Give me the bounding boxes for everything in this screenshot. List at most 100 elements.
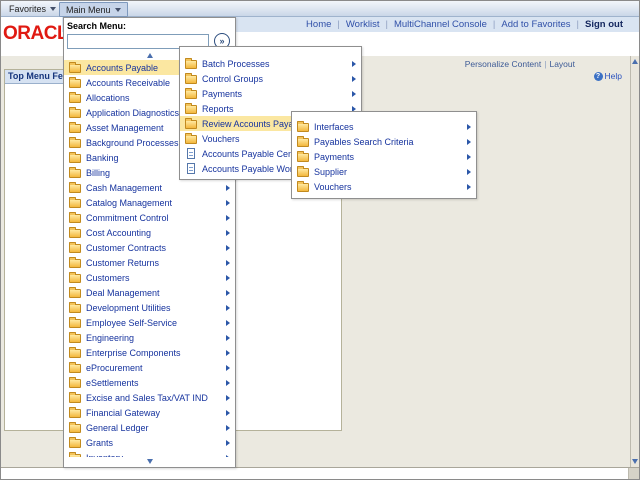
menu-item[interactable]: Customers bbox=[64, 270, 235, 285]
folder-icon bbox=[69, 424, 81, 433]
submenu-arrow-icon bbox=[226, 395, 230, 401]
scroll-up-arrow-icon[interactable] bbox=[632, 59, 638, 64]
menu-item[interactable]: General Ledger bbox=[64, 420, 235, 435]
menu-item[interactable]: Excise and Sales Tax/VAT IND bbox=[64, 390, 235, 405]
review-accounts-payable-list: Interfaces Payables Search Criteria Paym… bbox=[292, 119, 476, 194]
nav-link[interactable]: Home bbox=[306, 19, 346, 30]
folder-icon bbox=[69, 199, 81, 208]
submenu-arrow-icon bbox=[226, 440, 230, 446]
menu-item[interactable]: Cash Management bbox=[64, 180, 235, 195]
submenu-arrow-icon bbox=[226, 335, 230, 341]
scroll-down-arrow-icon[interactable] bbox=[632, 459, 638, 464]
menu-item[interactable]: Payables Search Criteria bbox=[292, 134, 476, 149]
folder-icon bbox=[69, 379, 81, 388]
folder-icon bbox=[185, 75, 197, 84]
folder-icon bbox=[69, 229, 81, 238]
menu-item[interactable]: Payments bbox=[180, 86, 361, 101]
menu-item-label: Banking bbox=[86, 153, 119, 163]
menu-item[interactable]: eProcurement bbox=[64, 360, 235, 375]
menu-item-label: Accounts Payable Center bbox=[202, 149, 304, 159]
menu-item[interactable]: Commitment Control bbox=[64, 210, 235, 225]
menu-item-label: Batch Processes bbox=[202, 59, 270, 69]
chevron-down-icon bbox=[115, 8, 121, 12]
submenu-arrow-icon bbox=[226, 245, 230, 251]
submenu-arrow-icon bbox=[467, 124, 471, 130]
help-line: ? Help bbox=[594, 71, 622, 81]
folder-icon bbox=[69, 154, 81, 163]
folder-icon bbox=[69, 289, 81, 298]
submenu-arrow-icon bbox=[226, 320, 230, 326]
review-accounts-payable-submenu: Interfaces Payables Search Criteria Paym… bbox=[291, 111, 477, 199]
folder-icon bbox=[69, 349, 81, 358]
folder-icon bbox=[69, 64, 81, 73]
personalize-content-link[interactable]: Personalize Content bbox=[465, 59, 542, 69]
folder-icon bbox=[69, 169, 81, 178]
logo-area: ORACLE bbox=[1, 17, 62, 56]
sign-out-link[interactable]: Sign out bbox=[585, 19, 623, 30]
submenu-arrow-icon bbox=[226, 410, 230, 416]
nav-link[interactable]: MultiChannel Console bbox=[394, 19, 501, 30]
main-menu-button[interactable]: Main Menu bbox=[59, 2, 128, 17]
menu-item-label: Payments bbox=[202, 89, 242, 99]
submenu-arrow-icon bbox=[226, 215, 230, 221]
menu-item[interactable]: Cost Accounting bbox=[64, 225, 235, 240]
submenu-arrow-icon bbox=[467, 139, 471, 145]
submenu-arrow-icon bbox=[226, 305, 230, 311]
personalize-layout-link[interactable]: Layout bbox=[549, 59, 575, 69]
folder-icon bbox=[297, 123, 309, 132]
menu-item[interactable]: Payments bbox=[292, 149, 476, 164]
chevron-down-icon bbox=[50, 7, 56, 11]
menu-item[interactable]: eSettlements bbox=[64, 375, 235, 390]
menu-item-label: Engineering bbox=[86, 333, 134, 343]
menu-item[interactable]: Interfaces bbox=[292, 119, 476, 134]
submenu-arrow-icon bbox=[352, 76, 356, 82]
menu-item[interactable]: Enterprise Components bbox=[64, 345, 235, 360]
folder-icon bbox=[69, 109, 81, 118]
submenu-arrow-icon bbox=[226, 380, 230, 386]
submenu-arrow-icon bbox=[352, 91, 356, 97]
menu-item[interactable]: Vouchers bbox=[292, 179, 476, 194]
scroll-up-arrow-icon bbox=[147, 53, 153, 58]
submenu-arrow-icon bbox=[226, 260, 230, 266]
menu-item[interactable]: Customer Returns bbox=[64, 255, 235, 270]
search-menu-label: Search Menu: bbox=[67, 20, 232, 32]
menu-item-label: Supplier bbox=[314, 167, 347, 177]
vertical-scrollbar[interactable] bbox=[630, 56, 639, 467]
nav-link[interactable]: Worklist bbox=[346, 19, 394, 30]
menu-item-label: Development Utilities bbox=[86, 303, 171, 313]
menu-item[interactable]: Engineering bbox=[64, 330, 235, 345]
menu-item-label: Vouchers bbox=[202, 134, 240, 144]
menu-item[interactable]: Catalog Management bbox=[64, 195, 235, 210]
folder-icon bbox=[185, 120, 197, 129]
bottom-scrollbar-area bbox=[1, 467, 639, 479]
favorites-label: Favorites bbox=[9, 4, 46, 14]
menu-item-label: Catalog Management bbox=[86, 198, 172, 208]
folder-icon bbox=[185, 90, 197, 99]
menu-item[interactable]: Control Groups bbox=[180, 71, 361, 86]
menu-search-block: Search Menu: » bbox=[64, 18, 235, 49]
menu-item-label: Customers bbox=[86, 273, 130, 283]
menu-item[interactable]: Financial Gateway bbox=[64, 405, 235, 420]
submenu-arrow-icon bbox=[226, 185, 230, 191]
menu-item[interactable]: Grants bbox=[64, 435, 235, 450]
menu-item[interactable]: Supplier bbox=[292, 164, 476, 179]
menu-item-label: Deal Management bbox=[86, 288, 160, 298]
menu-item[interactable]: Development Utilities bbox=[64, 300, 235, 315]
menu-scroll-down[interactable] bbox=[65, 457, 234, 465]
menu-item[interactable]: Customer Contracts bbox=[64, 240, 235, 255]
menu-item[interactable]: Batch Processes bbox=[180, 56, 361, 71]
menu-item[interactable]: Employee Self-Service bbox=[64, 315, 235, 330]
nav-link[interactable]: Add to Favorites bbox=[501, 19, 585, 30]
favorites-menu-button[interactable]: Favorites bbox=[3, 2, 62, 15]
application-window: Favorites Main Menu HomeWorklistMultiCha… bbox=[0, 0, 640, 480]
folder-icon bbox=[69, 334, 81, 343]
menu-item-label: Payments bbox=[314, 152, 354, 162]
menu-item-label: Commitment Control bbox=[86, 213, 169, 223]
submenu-arrow-icon bbox=[226, 425, 230, 431]
help-link[interactable]: Help bbox=[605, 71, 622, 81]
menu-item[interactable]: Deal Management bbox=[64, 285, 235, 300]
submenu-arrow-icon bbox=[352, 61, 356, 67]
top-bar: Favorites Main Menu bbox=[1, 1, 639, 17]
submenu-arrow-icon bbox=[467, 184, 471, 190]
header-nav: HomeWorklistMultiChannel ConsoleAdd to F… bbox=[306, 19, 585, 30]
